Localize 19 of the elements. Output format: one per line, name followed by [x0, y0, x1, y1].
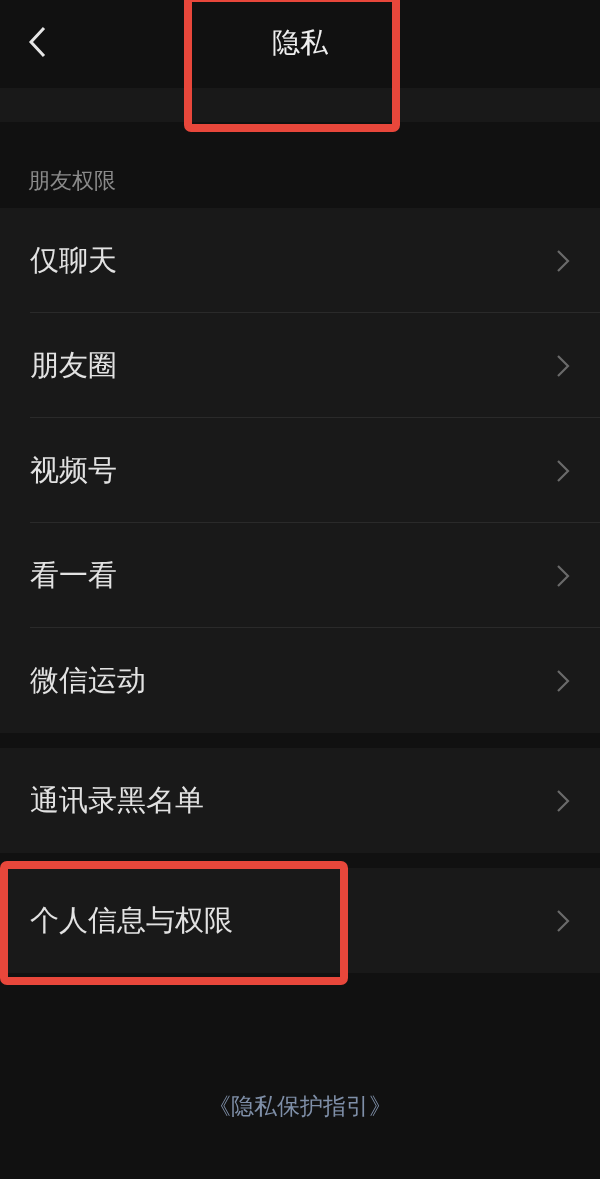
chevron-icon [556, 248, 570, 273]
chevron-icon [556, 458, 570, 483]
settings-row[interactable]: 仅聊天 [0, 208, 600, 313]
list-row[interactable] [0, 88, 600, 122]
chevron-icon [556, 668, 570, 693]
chevron-icon [556, 788, 570, 813]
settings-row[interactable]: 通讯录黑名单 [0, 748, 600, 853]
privacy-guide-link[interactable]: 《隐私保护指引》 [208, 1091, 392, 1122]
page-title: 隐私 [272, 25, 328, 61]
settings-row[interactable]: 微信运动 [0, 628, 600, 733]
section-label: 朋友权限 [27, 167, 117, 195]
settings-row[interactable]: 视频号 [0, 418, 600, 523]
settings-row[interactable]: 朋友圈 [0, 313, 600, 418]
chevron-icon [556, 563, 570, 588]
settings-row[interactable]: 看一看 [0, 523, 600, 628]
chevron-icon [556, 908, 570, 933]
settings-row[interactable]: 个人信息与权限 [0, 868, 600, 973]
back-icon[interactable] [28, 26, 46, 58]
chevron-icon [556, 353, 570, 378]
